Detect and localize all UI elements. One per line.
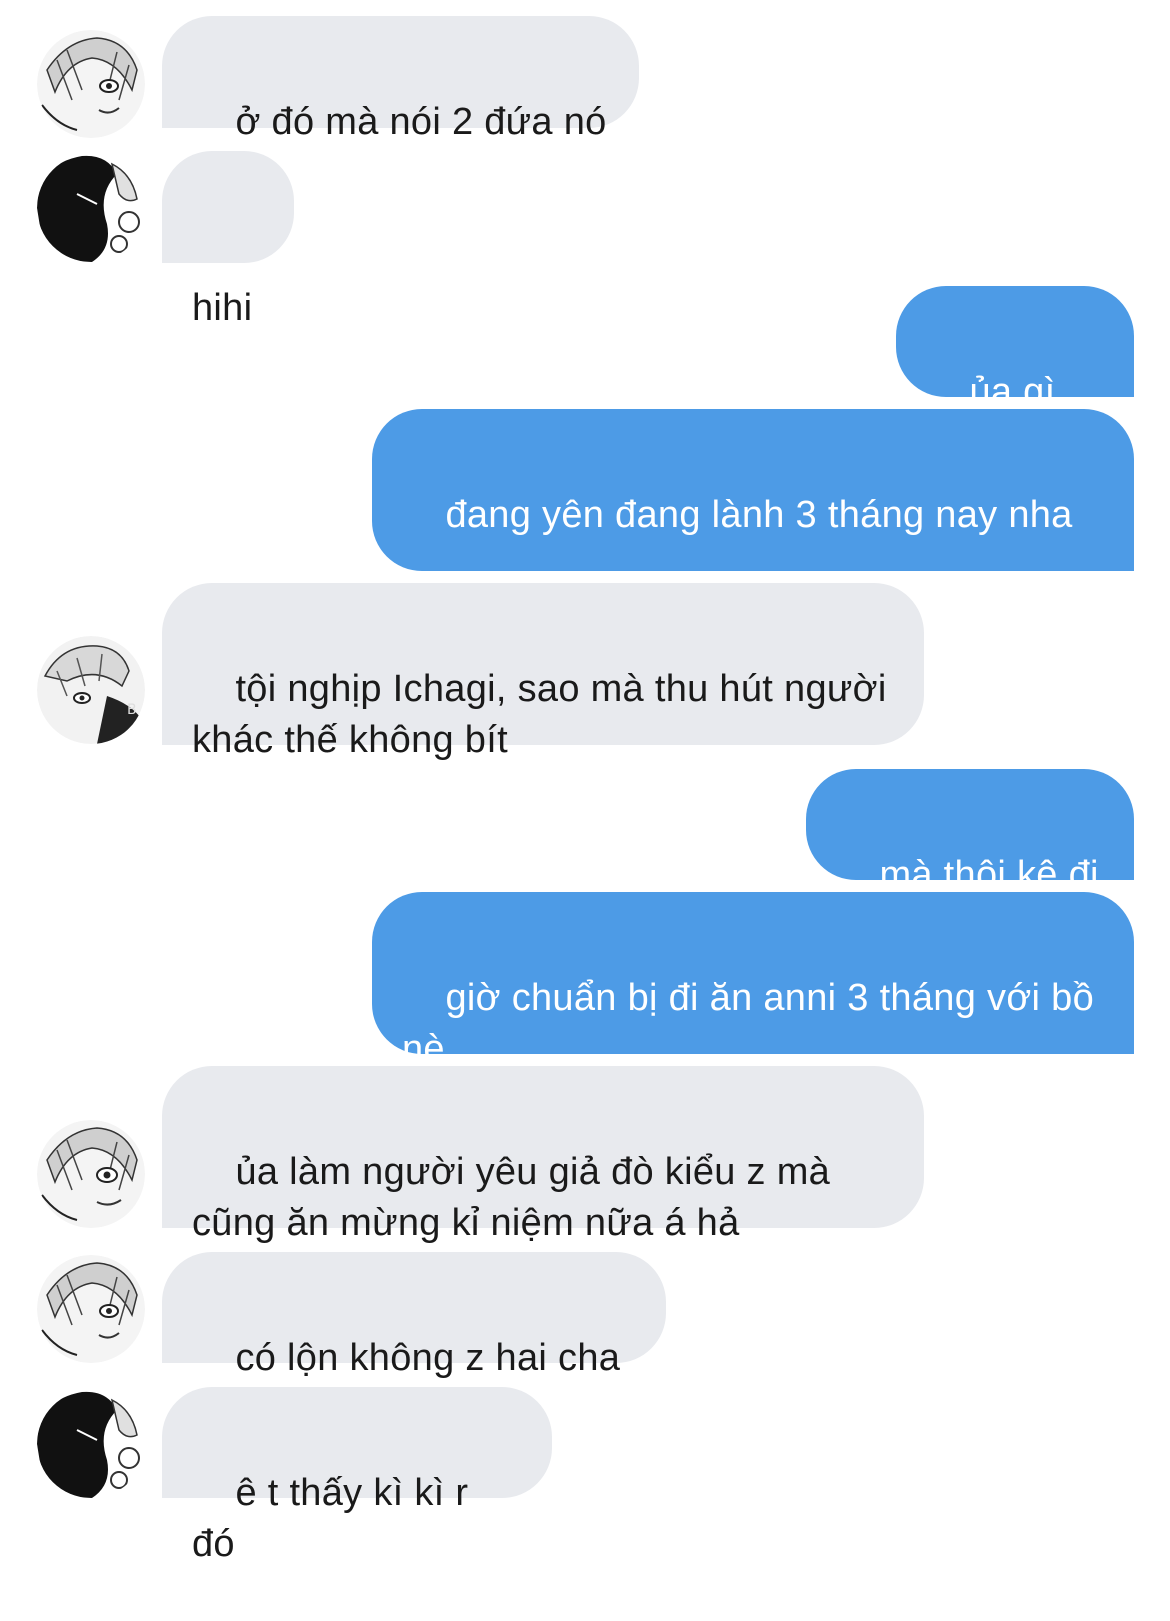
message-row: hihi — [0, 151, 1170, 329]
message-row: ủa gì vậy — [0, 286, 1170, 464]
character-b-avatar[interactable] — [37, 154, 145, 262]
message-text: ê t thấy kì kì r đó — [192, 1472, 480, 1565]
message-row: ở đó mà nói 2 đứa nó — [0, 16, 1170, 143]
message-text: ở đó mà nói 2 đứa nó — [235, 101, 607, 143]
message-row: giờ chuẩn bị đi ăn anni 3 tháng với bồ n… — [0, 892, 1170, 1070]
message-row: ê t thấy kì kì r đó — [0, 1387, 1170, 1565]
message-bubble-outgoing[interactable]: giờ chuẩn bị đi ăn anni 3 tháng với bồ n… — [372, 892, 1134, 1070]
character-a-avatar[interactable] — [37, 1255, 145, 1363]
character-b-avatar[interactable] — [37, 1390, 145, 1498]
message-bubble-incoming[interactable]: hihi — [162, 151, 294, 329]
message-text: đang yên đang lành 3 tháng nay nha — [445, 494, 1073, 536]
message-text: giờ chuẩn bị đi ăn anni 3 tháng với bồ n… — [402, 977, 1105, 1070]
message-bubble-outgoing[interactable]: đang yên đang lành 3 tháng nay nha — [372, 409, 1134, 571]
message-text: ủa làm người yêu giả đò kiểu z mà cũng ă… — [192, 1151, 841, 1244]
character-a-avatar[interactable] — [37, 1120, 145, 1228]
character-c-avatar[interactable]: B — [37, 636, 145, 744]
message-row: có lộn không z hai cha — [0, 1252, 1170, 1379]
message-bubble-incoming[interactable]: tội nghịp Ichagi, sao mà thu hút người k… — [162, 583, 924, 761]
message-text: tội nghịp Ichagi, sao mà thu hút người k… — [192, 668, 898, 761]
message-row: B tội nghịp Ichagi, sao mà thu hút người… — [0, 583, 1170, 761]
message-text: mà thôi kệ đi — [879, 854, 1099, 896]
message-bubble-incoming[interactable]: ở đó mà nói 2 đứa nó — [162, 16, 639, 143]
message-row: đang yên đang lành 3 tháng nay nha — [0, 409, 1170, 571]
message-row: mà thôi kệ đi — [0, 769, 1170, 896]
message-row: ủa làm người yêu giả đò kiểu z mà cũng ă… — [0, 1066, 1170, 1244]
message-bubble-incoming[interactable]: ê t thấy kì kì r đó — [162, 1387, 552, 1565]
message-bubble-incoming[interactable]: ủa làm người yêu giả đò kiểu z mà cũng ă… — [162, 1066, 924, 1244]
message-bubble-incoming[interactable]: có lộn không z hai cha — [162, 1252, 666, 1379]
message-bubble-outgoing[interactable]: ủa gì vậy — [896, 286, 1134, 464]
message-text: có lộn không z hai cha — [235, 1337, 621, 1379]
svg-text:B: B — [127, 702, 137, 718]
message-bubble-outgoing[interactable]: mà thôi kệ đi — [806, 769, 1134, 896]
character-a-avatar[interactable] — [37, 30, 145, 138]
